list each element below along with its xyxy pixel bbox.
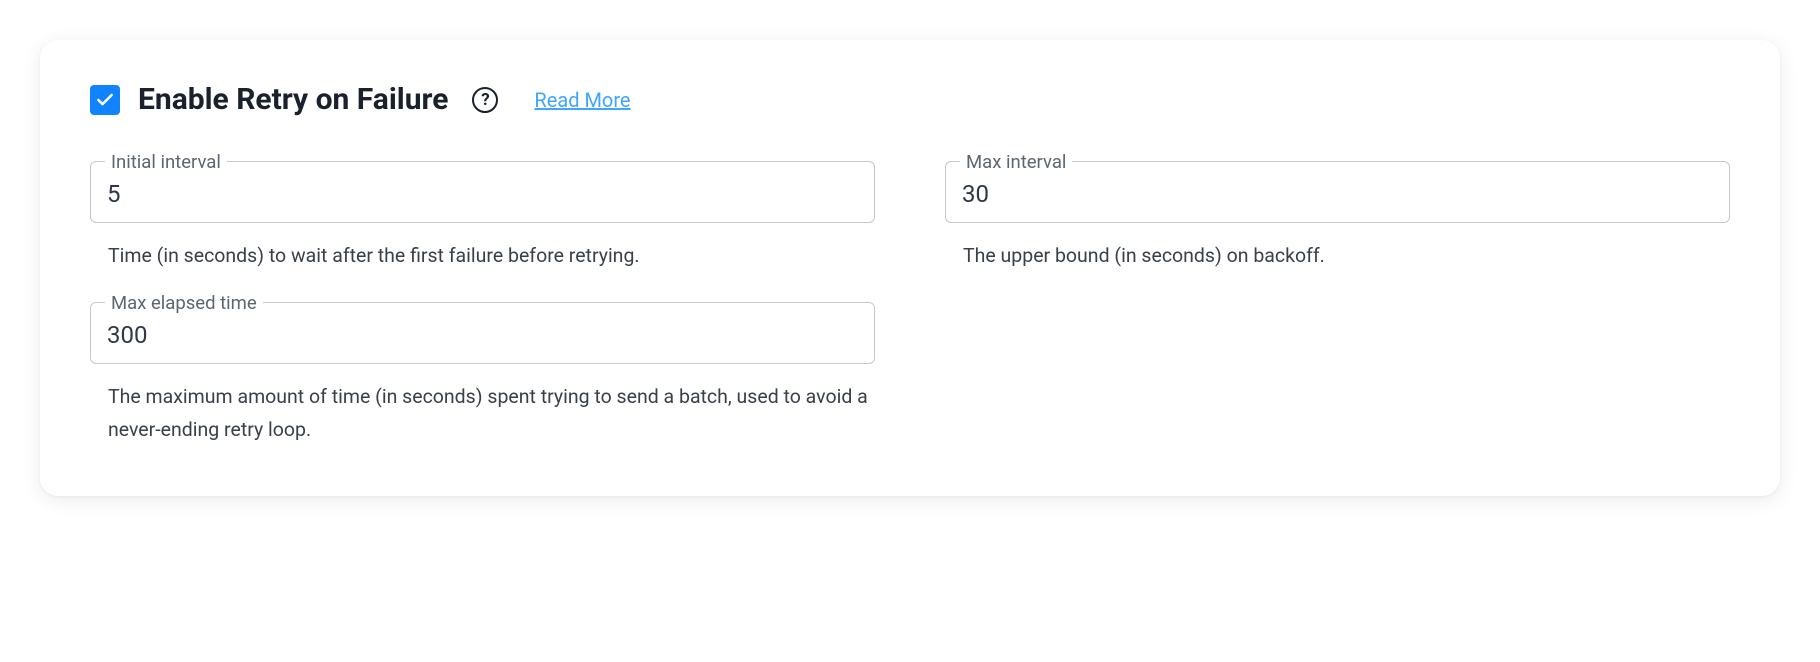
- max-interval-label: Max interval: [960, 151, 1072, 173]
- max-elapsed-time-help: The maximum amount of time (in seconds) …: [90, 380, 875, 446]
- read-more-link[interactable]: Read More: [534, 88, 630, 112]
- section-title: Enable Retry on Failure: [138, 82, 448, 117]
- max-interval-wrapper: Max interval: [945, 161, 1730, 223]
- max-elapsed-time-group: Max elapsed time The maximum amount of t…: [90, 302, 875, 446]
- fields-grid: Initial interval Time (in seconds) to wa…: [90, 161, 1730, 446]
- help-icon[interactable]: ?: [472, 87, 498, 113]
- max-interval-help: The upper bound (in seconds) on backoff.: [945, 239, 1730, 272]
- initial-interval-label: Initial interval: [105, 151, 227, 173]
- enable-retry-checkbox[interactable]: [90, 85, 120, 115]
- initial-interval-group: Initial interval Time (in seconds) to wa…: [90, 161, 875, 272]
- retry-settings-card: Enable Retry on Failure ? Read More Init…: [40, 40, 1780, 496]
- initial-interval-wrapper: Initial interval: [90, 161, 875, 223]
- max-elapsed-time-wrapper: Max elapsed time: [90, 302, 875, 364]
- initial-interval-help: Time (in seconds) to wait after the firs…: [90, 239, 875, 272]
- max-interval-group: Max interval The upper bound (in seconds…: [945, 161, 1730, 272]
- header-row: Enable Retry on Failure ? Read More: [90, 82, 1730, 117]
- check-icon: [95, 90, 115, 110]
- max-elapsed-time-label: Max elapsed time: [105, 292, 263, 314]
